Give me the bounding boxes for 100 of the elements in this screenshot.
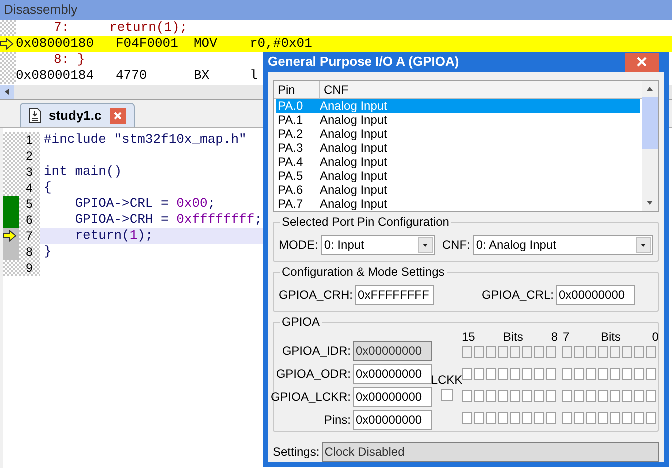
bit-checkbox[interactable]	[498, 412, 508, 424]
bit-checkbox[interactable]	[534, 368, 544, 380]
bit-checkbox[interactable]	[562, 412, 572, 424]
lckk-checkbox[interactable]	[441, 389, 453, 401]
line-number: 5	[26, 196, 33, 213]
code-line: return(1);	[74, 227, 154, 246]
bit-checkbox[interactable]	[562, 390, 572, 402]
bit-checkbox[interactable]	[546, 390, 556, 402]
bit-checkbox[interactable]	[646, 412, 656, 424]
cnf-label: CNF:	[442, 237, 470, 254]
crl-field[interactable]: 0x00000000	[556, 285, 635, 305]
bit-checkbox[interactable]	[574, 368, 584, 380]
bit-checkbox[interactable]	[622, 368, 632, 380]
gutter-cell	[0, 68, 16, 84]
bit-checkbox[interactable]	[462, 412, 472, 424]
bit-checkbox[interactable]	[474, 368, 484, 380]
close-icon	[637, 57, 647, 67]
bits-header: 7	[563, 331, 570, 343]
instruction-cell-text: 0x08000184	[16, 67, 96, 86]
bit-checkbox[interactable]	[598, 412, 608, 424]
line-number: 8	[26, 244, 33, 261]
bit-checkbox[interactable]	[586, 412, 596, 424]
instruction-cell-text: F04F0001	[116, 35, 180, 54]
crh-field[interactable]: 0xFFFFFFFF	[355, 285, 434, 305]
close-tab-icon[interactable]	[110, 108, 126, 124]
bit-checkbox[interactable]	[474, 390, 484, 402]
bit-checkbox[interactable]	[534, 412, 544, 424]
instruction-cell-text: BX	[194, 67, 211, 86]
source-text: return(1);	[110, 19, 188, 38]
bit-checkbox[interactable]	[462, 390, 472, 402]
pin-row[interactable]: PA.4 Analog Input	[276, 155, 640, 169]
register-field[interactable]: 0x00000000	[353, 386, 432, 406]
register-label: GPIOA_LCKR:	[270, 388, 351, 406]
bit-checkbox[interactable]	[634, 368, 644, 380]
bit-checkbox[interactable]	[546, 412, 556, 424]
bit-checkbox[interactable]	[510, 368, 520, 380]
register-label: GPIOA_IDR:	[282, 342, 351, 360]
gutter-cell	[0, 20, 16, 36]
bit-checkbox[interactable]	[622, 412, 632, 424]
bit-checkbox[interactable]	[634, 390, 644, 402]
register-label: Pins:	[324, 412, 351, 428]
bit-checkbox[interactable]	[610, 412, 620, 424]
pin-row[interactable]: PA.1 Analog Input	[276, 113, 640, 127]
bit-checkbox[interactable]	[498, 390, 508, 402]
bit-checkbox[interactable]	[486, 368, 496, 380]
bits-header: Bits	[600, 331, 621, 343]
instruction-cell-text: l	[250, 67, 259, 86]
bits-header: Bits	[503, 331, 524, 343]
bit-checkbox[interactable]	[574, 390, 584, 402]
vertical-scrollbar[interactable]	[642, 81, 658, 211]
bit-checkbox[interactable]	[534, 390, 544, 402]
bit-checkbox[interactable]	[522, 412, 532, 424]
dialog-title: General Purpose I/O A (GPIOA)	[268, 53, 460, 72]
bit-checkbox[interactable]	[610, 390, 620, 402]
column-header[interactable]: CNF	[320, 81, 642, 98]
bit-checkbox[interactable]	[486, 412, 496, 424]
bit-checkbox[interactable]	[522, 368, 532, 380]
bits-header: 15	[462, 331, 476, 343]
dropdown[interactable]: 0: Input	[321, 235, 436, 255]
close-button[interactable]	[625, 52, 659, 72]
pin-row[interactable]: PA.6 Analog Input	[276, 183, 640, 197]
column-header[interactable]: Pin	[274, 81, 320, 98]
bit-checkbox[interactable]	[510, 412, 520, 424]
pin-row[interactable]: PA.3 Analog Input	[276, 141, 640, 155]
settings-field[interactable]: Clock Disabled	[322, 442, 659, 462]
bit-checkbox[interactable]	[646, 390, 656, 402]
bit-checkbox[interactable]	[546, 368, 556, 380]
bit-checkbox[interactable]	[562, 368, 572, 380]
pin-row[interactable]: PA.2 Analog Input	[276, 127, 640, 141]
bit-checkbox[interactable]	[646, 368, 656, 380]
line-number: 7	[26, 228, 33, 245]
pin-row[interactable]: PA.7 Analog Input	[276, 197, 640, 211]
bit-checkbox[interactable]	[586, 390, 596, 402]
bit-checkbox[interactable]	[598, 390, 608, 402]
code-line: GPIOA->CRL = 0x00;	[74, 195, 216, 214]
crl-label: GPIOA_CRL:	[482, 287, 554, 304]
source-text: 7:	[54, 19, 70, 38]
bit-checkbox[interactable]	[598, 368, 608, 380]
line-number: 6	[26, 212, 33, 229]
bit-checkbox[interactable]	[522, 390, 532, 402]
bit-checkbox[interactable]	[498, 368, 508, 380]
bit-checkbox[interactable]	[586, 368, 596, 380]
register-field[interactable]: 0x00000000	[353, 364, 432, 384]
bit-checkbox[interactable]	[510, 390, 520, 402]
file-tab[interactable]: study1.c	[20, 103, 135, 127]
bit-checkbox[interactable]	[486, 390, 496, 402]
pin-row[interactable]: PA.5 Analog Input	[276, 169, 640, 183]
dropdown[interactable]: 0: Analog Input	[473, 235, 653, 255]
bit-checkbox[interactable]	[574, 412, 584, 424]
bit-checkbox[interactable]	[622, 390, 632, 402]
scroll-left-icon[interactable]	[0, 85, 14, 99]
gutter-cell	[0, 52, 16, 68]
lckk-label: LCKK	[431, 372, 463, 389]
group-title: Selected Port Pin Configuration	[280, 215, 452, 229]
bit-checkbox[interactable]	[462, 368, 472, 380]
bit-checkbox[interactable]	[610, 368, 620, 380]
register-field[interactable]: 0x00000000	[353, 410, 432, 430]
bit-checkbox[interactable]	[634, 412, 644, 424]
crh-label: GPIOA_CRH:	[279, 287, 354, 304]
bit-checkbox[interactable]	[474, 412, 484, 424]
